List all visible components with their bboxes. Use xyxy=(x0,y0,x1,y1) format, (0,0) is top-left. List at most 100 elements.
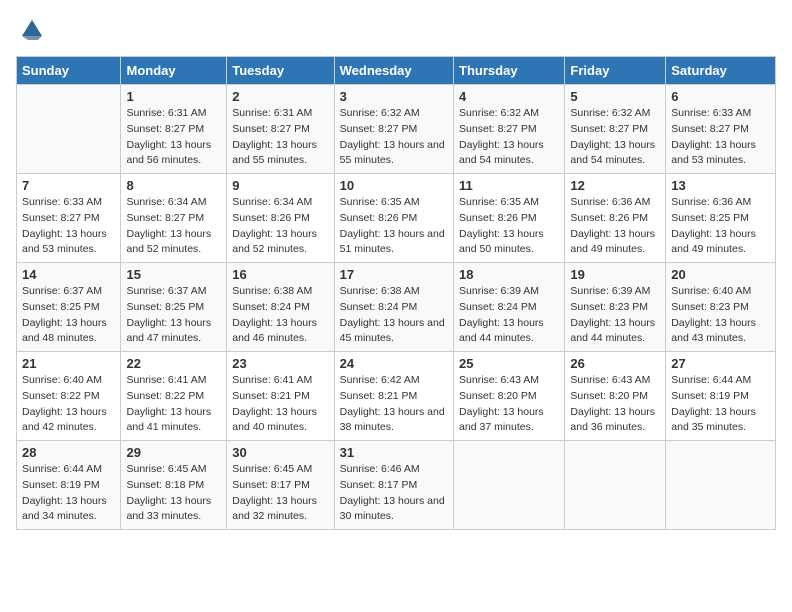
calendar-cell: 27 Sunrise: 6:44 AMSunset: 8:19 PMDayligh… xyxy=(666,352,776,441)
calendar-cell: 19 Sunrise: 6:39 AMSunset: 8:23 PMDayligh… xyxy=(565,263,666,352)
day-info: Sunrise: 6:40 AMSunset: 8:22 PMDaylight:… xyxy=(22,373,115,436)
calendar-cell: 29Sunrise: 6:45 AMSunset: 8:18 PMDayligh… xyxy=(121,441,227,530)
day-number: 18 xyxy=(459,267,559,282)
day-info: Sunrise: 6:43 AMSunset: 8:20 PMDaylight:… xyxy=(459,373,559,436)
day-number: 16 xyxy=(232,267,328,282)
calendar-table: SundayMondayTuesdayWednesdayThursdayFrid… xyxy=(16,56,776,530)
calendar-cell xyxy=(666,441,776,530)
calendar-week-4: 21 Sunrise: 6:40 AMSunset: 8:22 PMDayligh… xyxy=(17,352,776,441)
day-number: 30 xyxy=(232,445,328,460)
calendar-cell: 28 Sunrise: 6:44 AMSunset: 8:19 PMDayligh… xyxy=(17,441,121,530)
day-info: Sunrise: 6:32 AMSunset: 8:27 PMDaylight:… xyxy=(340,106,448,169)
calendar-cell: 3Sunrise: 6:32 AMSunset: 8:27 PMDaylight… xyxy=(334,85,453,174)
header-sunday: Sunday xyxy=(17,57,121,85)
day-number: 27 xyxy=(671,356,770,371)
day-number: 7 xyxy=(22,178,115,193)
calendar-cell: 14 Sunrise: 6:37 AMSunset: 8:25 PMDayligh… xyxy=(17,263,121,352)
calendar-cell: 4Sunrise: 6:32 AMSunset: 8:27 PMDaylight… xyxy=(454,85,565,174)
day-number: 15 xyxy=(126,267,221,282)
day-number: 2 xyxy=(232,89,328,104)
day-number: 13 xyxy=(671,178,770,193)
calendar-cell: 21 Sunrise: 6:40 AMSunset: 8:22 PMDayligh… xyxy=(17,352,121,441)
day-number: 20 xyxy=(671,267,770,282)
calendar-cell: 31 Sunrise: 6:46 AMSunset: 8:17 PMDayligh… xyxy=(334,441,453,530)
calendar-week-3: 14 Sunrise: 6:37 AMSunset: 8:25 PMDayligh… xyxy=(17,263,776,352)
day-number: 5 xyxy=(570,89,660,104)
header-friday: Friday xyxy=(565,57,666,85)
day-info: Sunrise: 6:35 AMSunset: 8:26 PMDaylight:… xyxy=(459,195,559,258)
day-number: 28 xyxy=(22,445,115,460)
day-number: 23 xyxy=(232,356,328,371)
day-number: 1 xyxy=(126,89,221,104)
day-number: 9 xyxy=(232,178,328,193)
calendar-cell: 26 Sunrise: 6:43 AMSunset: 8:20 PMDayligh… xyxy=(565,352,666,441)
calendar-cell: 16 Sunrise: 6:38 AMSunset: 8:24 PMDayligh… xyxy=(227,263,334,352)
day-number: 11 xyxy=(459,178,559,193)
day-info: Sunrise: 6:34 AMSunset: 8:27 PMDaylight:… xyxy=(126,195,221,258)
day-number: 31 xyxy=(340,445,448,460)
calendar-cell: 6Sunrise: 6:33 AMSunset: 8:27 PMDaylight… xyxy=(666,85,776,174)
calendar-week-2: 7 Sunrise: 6:33 AMSunset: 8:27 PMDaylight… xyxy=(17,174,776,263)
header-tuesday: Tuesday xyxy=(227,57,334,85)
day-info: Sunrise: 6:43 AMSunset: 8:20 PMDaylight:… xyxy=(570,373,660,436)
calendar-header-row: SundayMondayTuesdayWednesdayThursdayFrid… xyxy=(17,57,776,85)
day-info: Sunrise: 6:40 AMSunset: 8:23 PMDaylight:… xyxy=(671,284,770,347)
day-number: 26 xyxy=(570,356,660,371)
day-number: 25 xyxy=(459,356,559,371)
calendar-cell: 24 Sunrise: 6:42 AMSunset: 8:21 PMDayligh… xyxy=(334,352,453,441)
day-info: Sunrise: 6:36 AMSunset: 8:25 PMDaylight:… xyxy=(671,195,770,258)
calendar-cell: 2Sunrise: 6:31 AMSunset: 8:27 PMDaylight… xyxy=(227,85,334,174)
day-number: 24 xyxy=(340,356,448,371)
day-info: Sunrise: 6:42 AMSunset: 8:21 PMDaylight:… xyxy=(340,373,448,436)
day-number: 17 xyxy=(340,267,448,282)
calendar-cell xyxy=(565,441,666,530)
calendar-cell: 13 Sunrise: 6:36 AMSunset: 8:25 PMDayligh… xyxy=(666,174,776,263)
calendar-week-1: 1 Sunrise: 6:31 AMSunset: 8:27 PMDaylight… xyxy=(17,85,776,174)
day-number: 19 xyxy=(570,267,660,282)
calendar-cell xyxy=(454,441,565,530)
day-info: Sunrise: 6:41 AMSunset: 8:22 PMDaylight:… xyxy=(126,373,221,436)
day-info: Sunrise: 6:44 AMSunset: 8:19 PMDaylight:… xyxy=(22,462,115,525)
calendar-cell: 22Sunrise: 6:41 AMSunset: 8:22 PMDayligh… xyxy=(121,352,227,441)
day-info: Sunrise: 6:45 AMSunset: 8:18 PMDaylight:… xyxy=(126,462,221,525)
day-info: Sunrise: 6:33 AMSunset: 8:27 PMDaylight:… xyxy=(22,195,115,258)
day-info: Sunrise: 6:46 AMSunset: 8:17 PMDaylight:… xyxy=(340,462,448,525)
day-info: Sunrise: 6:35 AMSunset: 8:26 PMDaylight:… xyxy=(340,195,448,258)
day-info: Sunrise: 6:45 AMSunset: 8:17 PMDaylight:… xyxy=(232,462,328,525)
day-info: Sunrise: 6:38 AMSunset: 8:24 PMDaylight:… xyxy=(340,284,448,347)
calendar-cell xyxy=(17,85,121,174)
day-info: Sunrise: 6:39 AMSunset: 8:24 PMDaylight:… xyxy=(459,284,559,347)
calendar-week-5: 28 Sunrise: 6:44 AMSunset: 8:19 PMDayligh… xyxy=(17,441,776,530)
header-wednesday: Wednesday xyxy=(334,57,453,85)
day-info: Sunrise: 6:31 AMSunset: 8:27 PMDaylight:… xyxy=(126,106,221,169)
day-info: Sunrise: 6:44 AMSunset: 8:19 PMDaylight:… xyxy=(671,373,770,436)
header-monday: Monday xyxy=(121,57,227,85)
logo-icon xyxy=(18,16,46,44)
day-info: Sunrise: 6:37 AMSunset: 8:25 PMDaylight:… xyxy=(126,284,221,347)
calendar-cell: 18 Sunrise: 6:39 AMSunset: 8:24 PMDayligh… xyxy=(454,263,565,352)
calendar-cell: 20 Sunrise: 6:40 AMSunset: 8:23 PMDayligh… xyxy=(666,263,776,352)
calendar-cell: 25 Sunrise: 6:43 AMSunset: 8:20 PMDayligh… xyxy=(454,352,565,441)
calendar-cell: 12Sunrise: 6:36 AMSunset: 8:26 PMDayligh… xyxy=(565,174,666,263)
day-info: Sunrise: 6:41 AMSunset: 8:21 PMDaylight:… xyxy=(232,373,328,436)
day-number: 6 xyxy=(671,89,770,104)
day-info: Sunrise: 6:32 AMSunset: 8:27 PMDaylight:… xyxy=(570,106,660,169)
day-number: 14 xyxy=(22,267,115,282)
day-info: Sunrise: 6:34 AMSunset: 8:26 PMDaylight:… xyxy=(232,195,328,258)
calendar-cell: 11 Sunrise: 6:35 AMSunset: 8:26 PMDayligh… xyxy=(454,174,565,263)
calendar-cell: 9 Sunrise: 6:34 AMSunset: 8:26 PMDaylight… xyxy=(227,174,334,263)
day-info: Sunrise: 6:38 AMSunset: 8:24 PMDaylight:… xyxy=(232,284,328,347)
day-info: Sunrise: 6:39 AMSunset: 8:23 PMDaylight:… xyxy=(570,284,660,347)
day-number: 10 xyxy=(340,178,448,193)
day-number: 8 xyxy=(126,178,221,193)
header-saturday: Saturday xyxy=(666,57,776,85)
calendar-cell: 15 Sunrise: 6:37 AMSunset: 8:25 PMDayligh… xyxy=(121,263,227,352)
day-info: Sunrise: 6:37 AMSunset: 8:25 PMDaylight:… xyxy=(22,284,115,347)
calendar-cell: 23 Sunrise: 6:41 AMSunset: 8:21 PMDayligh… xyxy=(227,352,334,441)
day-number: 12 xyxy=(570,178,660,193)
day-number: 4 xyxy=(459,89,559,104)
day-number: 21 xyxy=(22,356,115,371)
calendar-cell: 1 Sunrise: 6:31 AMSunset: 8:27 PMDaylight… xyxy=(121,85,227,174)
calendar-cell: 5 Sunrise: 6:32 AMSunset: 8:27 PMDaylight… xyxy=(565,85,666,174)
calendar-cell: 30 Sunrise: 6:45 AMSunset: 8:17 PMDayligh… xyxy=(227,441,334,530)
